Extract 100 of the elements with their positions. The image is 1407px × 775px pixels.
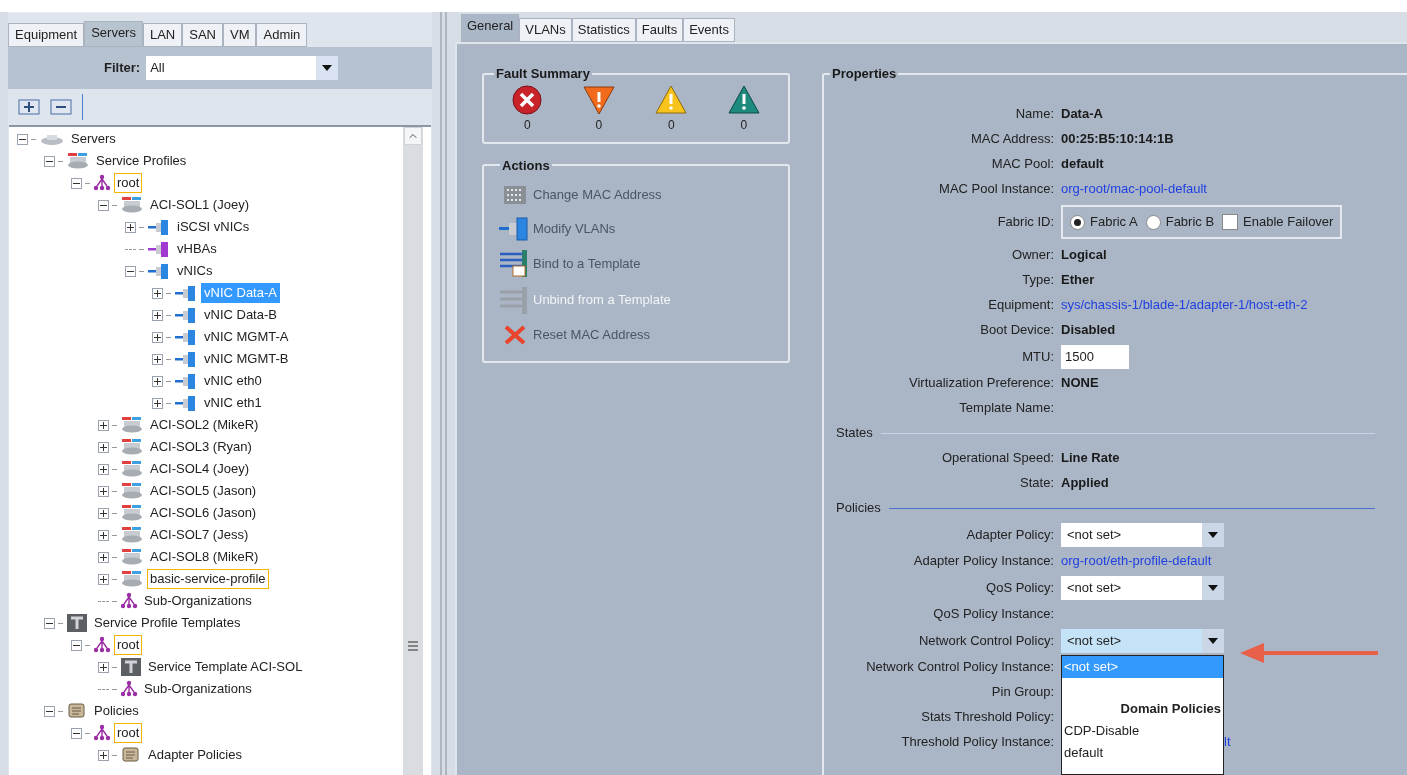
checkbox-option[interactable]: Enable Failover (1222, 212, 1334, 232)
property-link[interactable]: org-root/mac-pool-default (1061, 179, 1207, 199)
collapse-toggle[interactable] (98, 199, 109, 211)
section-title: Policies (836, 499, 881, 518)
expand-toggle[interactable] (98, 551, 109, 563)
expand-toggle[interactable] (98, 507, 109, 519)
collapse-toggle[interactable] (44, 155, 55, 167)
tree-item[interactable]: ACI-SOL7 (Jess) (147, 525, 252, 545)
tree-item[interactable]: Policies (91, 701, 142, 721)
tree-item[interactable]: ACI-SOL6 (Jason) (147, 503, 260, 523)
adapter-icon (147, 218, 171, 236)
filter-label: Filter: (104, 59, 141, 78)
expand-toggle[interactable] (98, 529, 109, 541)
tree-item[interactable]: vNIC Data-B (201, 305, 280, 325)
tree-item[interactable]: Sub-Organizations (141, 679, 255, 699)
tab[interactable]: Equipment (8, 23, 85, 47)
property-label: Network Control Policy: (917, 631, 1054, 650)
tree-item[interactable]: vNIC eth1 (201, 393, 265, 413)
tree-item[interactable]: root (114, 635, 143, 655)
tab[interactable]: Events (683, 18, 735, 42)
tree-item[interactable]: Servers (68, 129, 119, 149)
collapse-toggle[interactable] (71, 727, 82, 739)
policy-dropdown[interactable]: <not set> (1061, 628, 1224, 653)
tree-item[interactable]: Service Template ACI-SOL (145, 657, 306, 677)
property-label: MAC Address: (969, 130, 1054, 149)
tree-item[interactable]: ACI-SOL3 (Ryan) (147, 437, 255, 457)
tree-item[interactable]: root (114, 173, 143, 193)
filter-dropdown[interactable]: All (146, 56, 339, 80)
collapse-toggle[interactable] (44, 617, 55, 629)
action-link[interactable]: Change MAC Address (533, 185, 662, 205)
tree-item[interactable]: Service Profile Templates (91, 613, 244, 633)
tab[interactable]: LAN (142, 23, 183, 47)
expand-toggle[interactable] (125, 221, 136, 233)
tree-item[interactable]: vNIC MGMT-A (201, 327, 292, 347)
tree-item[interactable]: basic-service-profile (147, 569, 269, 589)
radio-option[interactable]: Fabric B (1145, 212, 1215, 232)
tree-item[interactable]: ACI-SOL1 (Joey) (147, 195, 252, 215)
expand-toggle[interactable] (152, 353, 163, 365)
tab[interactable]: Admin (256, 23, 308, 47)
collapse-toggle[interactable] (125, 265, 136, 277)
property-link[interactable]: sys/chassis-1/blade-1/adapter-1/host-eth-2 (1061, 295, 1308, 315)
scrollbar[interactable] (403, 127, 423, 775)
expand-toggle[interactable] (98, 463, 109, 475)
action-link[interactable]: Modify VLANs (533, 219, 616, 239)
tab[interactable]: Faults (635, 18, 684, 42)
collapse-toggle[interactable] (17, 133, 28, 145)
tab[interactable]: VLANs (519, 18, 572, 42)
mtu-field[interactable]: 1500 (1061, 344, 1129, 369)
tab[interactable]: Servers (84, 21, 143, 47)
expand-toggle[interactable] (152, 287, 163, 299)
collapse-all-icon[interactable] (50, 99, 72, 115)
tree-item[interactable]: ACI-SOL8 (MikeR) (147, 547, 262, 567)
property-link[interactable]: lt (1224, 732, 1231, 752)
action-link[interactable]: Reset MAC Address (533, 325, 651, 345)
tab[interactable]: General (461, 14, 520, 42)
tree-item[interactable]: iSCSI vNICs (174, 217, 253, 237)
tree-item[interactable]: Sub-Organizations (141, 591, 255, 611)
property-link[interactable]: org-root/eth-profile-default (1061, 551, 1212, 571)
expand-toggle[interactable] (98, 485, 109, 497)
checkbox[interactable] (1222, 214, 1239, 230)
server-profile-icon (66, 152, 90, 170)
expand-toggle[interactable] (152, 375, 163, 387)
menu-option[interactable]: CDP-Disable (1062, 719, 1223, 742)
collapse-toggle[interactable] (44, 705, 55, 717)
tree-item[interactable]: vNICs (174, 261, 216, 281)
tree-item[interactable]: Adapter Policies (145, 745, 245, 765)
menu-option[interactable]: default (1062, 741, 1223, 764)
tab[interactable]: SAN (182, 23, 223, 47)
expand-toggle[interactable] (98, 749, 109, 761)
expand-toggle[interactable] (98, 441, 109, 453)
tree-item[interactable]: Service Profiles (93, 151, 190, 171)
radio-button[interactable] (1070, 214, 1085, 230)
tree-item[interactable]: vHBAs (174, 239, 220, 259)
collapse-toggle[interactable] (71, 639, 82, 651)
tree-item[interactable]: vNIC MGMT-B (201, 349, 292, 369)
server-profile-icon (120, 482, 144, 500)
tab[interactable]: VM (223, 23, 257, 47)
expand-toggle[interactable] (98, 419, 109, 431)
policy-dropdown[interactable]: <not set> (1061, 575, 1224, 600)
action-link[interactable]: Bind to a Template (533, 254, 641, 274)
radio-option[interactable]: Fabric A (1070, 212, 1138, 232)
org-tree-icon (120, 592, 138, 610)
tree-item[interactable]: ACI-SOL4 (Joey) (147, 459, 252, 479)
tree-item[interactable]: vNIC eth0 (201, 371, 265, 391)
expand-all-icon[interactable] (18, 99, 40, 115)
policy-dropdown[interactable]: <not set> (1061, 522, 1224, 547)
expand-toggle[interactable] (98, 661, 109, 673)
tree-item[interactable]: root (114, 723, 143, 743)
tree-item[interactable]: ACI-SOL5 (Jason) (147, 481, 260, 501)
expand-toggle[interactable] (98, 573, 109, 585)
property-value: default (1061, 155, 1104, 174)
expand-toggle[interactable] (152, 397, 163, 409)
tree-item[interactable]: ACI-SOL2 (MikeR) (147, 415, 262, 435)
expand-toggle[interactable] (152, 331, 163, 343)
expand-toggle[interactable] (152, 309, 163, 321)
fault-count: 0 (523, 116, 531, 134)
collapse-toggle[interactable] (71, 177, 82, 189)
adapter-icon (174, 284, 198, 302)
radio-button[interactable] (1145, 214, 1161, 230)
tab[interactable]: Statistics (571, 18, 636, 42)
